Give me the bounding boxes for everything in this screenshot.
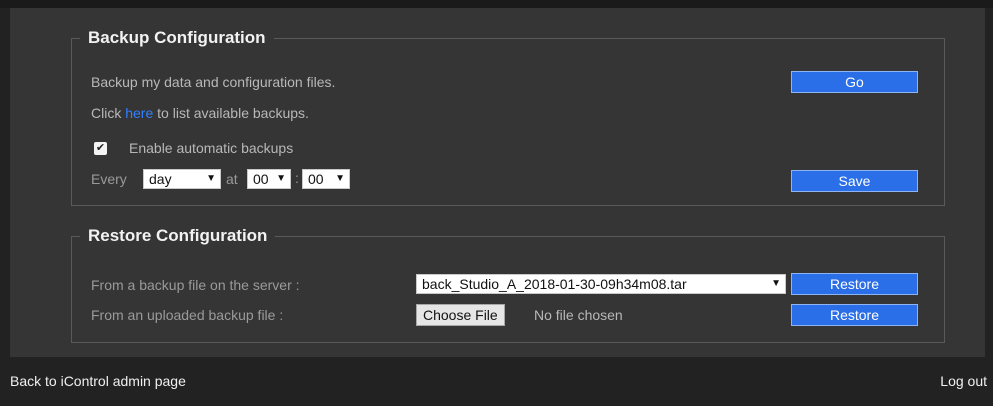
restore-section-title: Restore Configuration [88, 226, 268, 245]
minute-select[interactable]: 00 ▼ [302, 169, 350, 189]
footer: Back to iControl admin page Log out [0, 357, 993, 406]
backup-section-title: Backup Configuration [88, 28, 266, 47]
auto-backup-checkbox[interactable]: ✔ [94, 142, 107, 155]
at-label: at [226, 171, 238, 187]
server-backup-label: From a backup file on the server : [91, 277, 300, 293]
hour-select[interactable]: 00 ▼ [247, 169, 291, 189]
back-to-admin-link[interactable]: Back to iControl admin page [10, 373, 186, 389]
choose-file-button[interactable]: Choose File [416, 304, 505, 326]
checkmark-icon: ✔ [95, 142, 106, 154]
restore-upload-button[interactable]: Restore [791, 304, 918, 326]
minute-select-value: 00 [308, 171, 324, 187]
list-backups-suffix: to list available backups. [153, 105, 309, 121]
period-select[interactable]: day ▼ [143, 169, 221, 189]
every-label: Every [91, 171, 127, 187]
time-colon: : [295, 170, 299, 186]
settings-panel: Backup Configuration Backup my data and … [10, 8, 985, 357]
go-button[interactable]: Go [791, 71, 918, 93]
restore-server-button[interactable]: Restore [791, 273, 918, 295]
logout-link[interactable]: Log out [940, 373, 987, 389]
backup-configuration-section: Backup Configuration Backup my data and … [71, 28, 945, 206]
list-backups-prefix: Click [91, 105, 126, 121]
period-select-value: day [149, 171, 172, 187]
server-backup-select-value: back_Studio_A_2018-01-30-09h34m08.tar [422, 276, 687, 292]
server-backup-select[interactable]: back_Studio_A_2018-01-30-09h34m08.tar ▼ [416, 274, 786, 294]
restore-configuration-section: Restore Configuration From a backup file… [71, 226, 945, 343]
list-backups-text: Click here to list available backups. [91, 105, 309, 121]
backup-description: Backup my data and configuration files. [91, 74, 336, 90]
top-strip [0, 0, 993, 8]
auto-backup-label: Enable automatic backups [129, 140, 294, 156]
upload-backup-label: From an uploaded backup file : [91, 307, 284, 323]
chevron-down-icon: ▼ [276, 173, 286, 184]
hour-select-value: 00 [253, 171, 269, 187]
no-file-chosen-text: No file chosen [534, 307, 623, 323]
chevron-down-icon: ▼ [206, 173, 216, 184]
chevron-down-icon: ▼ [335, 173, 345, 184]
save-button[interactable]: Save [791, 170, 918, 192]
chevron-down-icon: ▼ [771, 278, 781, 289]
list-backups-link[interactable]: here [125, 105, 153, 121]
